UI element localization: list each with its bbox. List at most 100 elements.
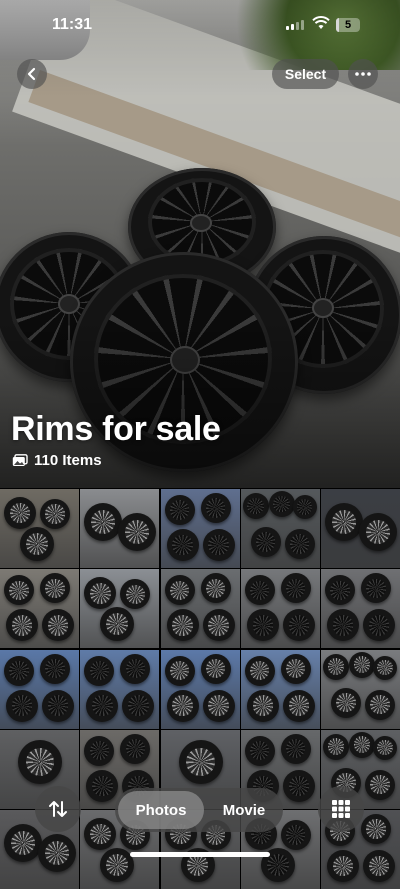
photo-stack-icon (12, 454, 28, 466)
status-time: 11:31 (52, 16, 93, 33)
tab-movie[interactable]: Movie (209, 791, 279, 829)
album-count-label: 110 Items (34, 452, 102, 469)
wheel-image (6, 609, 38, 642)
wheel-image (166, 689, 199, 722)
wheel-image (280, 733, 311, 764)
wheel-image (373, 655, 397, 680)
wheel-image (166, 529, 199, 561)
wheel-image (323, 653, 349, 680)
wheel-image (325, 575, 355, 606)
wheel-image (202, 689, 235, 722)
tab-photos[interactable]: Photos (118, 791, 204, 829)
wheel-image (242, 493, 269, 519)
sort-button[interactable] (35, 786, 81, 832)
wheel-image (4, 575, 34, 606)
more-button[interactable] (348, 59, 378, 89)
wheel-image (4, 655, 34, 686)
photo-thumbnail[interactable] (321, 489, 400, 568)
back-button[interactable] (17, 59, 47, 89)
wheel-image (84, 735, 115, 766)
wheel-image (359, 513, 397, 551)
wheel-image (292, 495, 317, 519)
media-type-segmented-control: Photos Movie (115, 788, 283, 832)
wheel-image (246, 609, 279, 642)
wheel-image (40, 573, 70, 604)
wheel-image (122, 689, 155, 722)
grid-view-button[interactable] (318, 786, 364, 832)
wheel-image (250, 527, 281, 557)
wheel-image (280, 820, 311, 850)
wheel-image (200, 493, 231, 523)
photo-thumbnail[interactable] (160, 649, 240, 729)
wheel-image (100, 607, 135, 642)
wheel-image (18, 739, 62, 784)
photo-thumbnail[interactable] (321, 649, 400, 729)
wheel-image (120, 653, 151, 684)
photo-thumbnail[interactable] (160, 489, 240, 568)
wheel-image (200, 653, 231, 684)
album-item-count: 110 Items (12, 452, 102, 469)
photo-thumbnail[interactable] (240, 649, 320, 729)
photo-thumbnail[interactable] (80, 649, 160, 729)
wheel-image (166, 609, 199, 642)
wheel-image (86, 769, 119, 802)
wheel-image (327, 609, 359, 642)
select-button[interactable]: Select (272, 59, 339, 89)
photo-thumbnail[interactable] (0, 569, 79, 649)
photo-thumbnail[interactable] (0, 649, 79, 729)
wheel-image (325, 503, 363, 541)
photo-thumbnail[interactable] (240, 569, 320, 649)
wheel-image (282, 769, 315, 802)
wheel-image (40, 653, 70, 684)
grid-icon (332, 800, 350, 818)
battery-level: 5 (344, 19, 352, 31)
wheel-image (365, 689, 395, 720)
wheel-image (164, 495, 195, 525)
home-indicator (130, 852, 270, 857)
wheel-image (363, 850, 395, 882)
wheel-image (164, 575, 195, 606)
wheel-image (327, 850, 359, 882)
photo-thumbnail[interactable] (160, 569, 240, 649)
wheel-image (20, 527, 54, 561)
wheel-image (280, 573, 311, 604)
wheel-image (365, 769, 395, 800)
wheel-image (244, 575, 275, 606)
wheel-image (202, 529, 235, 561)
wheel-image (38, 834, 76, 872)
battery-fill (336, 18, 339, 32)
photo-thumbnail[interactable] (321, 569, 400, 649)
wheel-image (42, 609, 74, 642)
wheel-image (42, 689, 74, 722)
wheel-image (164, 655, 195, 686)
wheel-image (246, 689, 279, 722)
wheel-image (284, 529, 315, 559)
wheel-image (282, 609, 315, 642)
wheel-image (4, 497, 36, 529)
wheel-image (118, 513, 157, 551)
wheel-image (4, 824, 42, 862)
sort-arrows-icon (49, 801, 67, 817)
chevron-left-icon (27, 67, 36, 81)
photo-thumbnail[interactable] (240, 489, 320, 568)
status-bar: 11:31 5 (0, 0, 400, 52)
wheel-image (349, 731, 375, 758)
wheel-image (323, 733, 349, 760)
wheel-image (363, 609, 395, 642)
wheel-image (244, 735, 275, 766)
wheel-image (200, 573, 231, 604)
wheel-image (84, 577, 117, 610)
wheel-image (268, 491, 295, 517)
wheel-image (244, 655, 275, 686)
wheel-image (361, 573, 391, 604)
wifi-icon (312, 16, 330, 29)
album-title: Rims for sale (11, 410, 221, 448)
photo-thumbnail[interactable] (0, 489, 79, 568)
wheel-image (202, 609, 235, 642)
wheel-image (84, 503, 123, 541)
photo-thumbnail[interactable] (80, 569, 160, 649)
wheel-image (280, 653, 311, 684)
wheel-image (86, 689, 119, 722)
wheel-image (40, 499, 70, 529)
photo-thumbnail[interactable] (80, 489, 160, 568)
